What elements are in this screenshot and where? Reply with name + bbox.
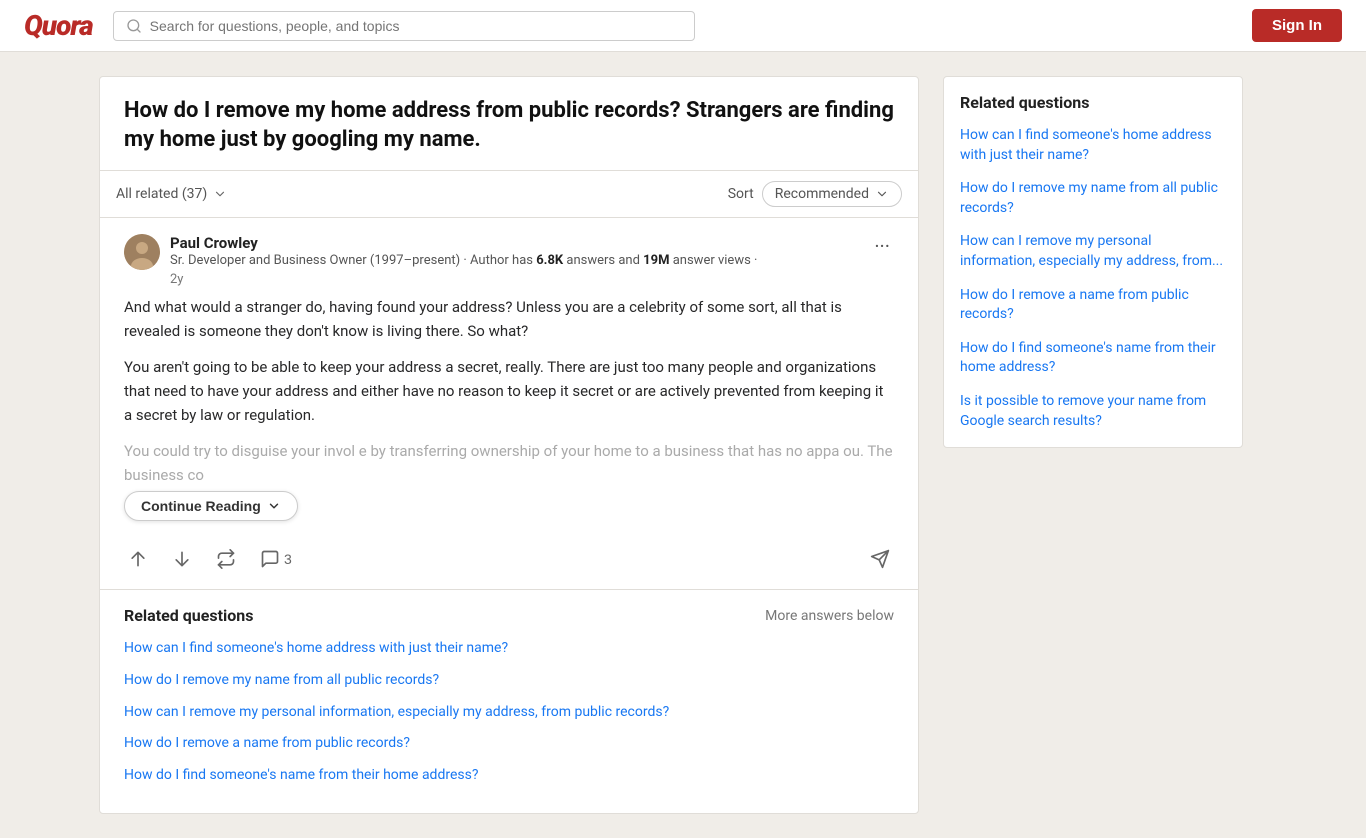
sidebar-link-6[interactable]: Is it possible to remove your name from … [960,392,1226,431]
author-row: Paul Crowley Sr. Developer and Business … [124,234,894,287]
related-link-1[interactable]: How can I find someone's home address wi… [124,639,894,659]
header: Quora Sign In [0,0,1366,52]
answer-block: Paul Crowley Sr. Developer and Business … [100,217,918,589]
related-link-5[interactable]: How do I find someone's name from their … [124,766,894,786]
avatar [124,234,160,270]
views-count: 19M [643,253,669,268]
share-button[interactable] [866,545,894,573]
question-card: How do I remove my home address from pub… [99,76,919,814]
sidebar-title: Related questions [960,93,1226,112]
continue-reading-label: Continue Reading [141,498,261,514]
sidebar: Related questions How can I find someone… [943,76,1243,814]
answer-paragraph-2: You aren't going to be able to keep your… [124,355,894,427]
comment-count: 3 [284,551,292,567]
sidebar-link-4[interactable]: How do I remove a name from public recor… [960,286,1226,325]
answer-actions: 3 [124,537,894,573]
continue-reading-button[interactable]: Continue Reading [124,491,298,521]
search-input[interactable] [150,18,683,34]
sidebar-link-3[interactable]: How can I remove my personal information… [960,232,1226,271]
related-section-inline: Related questions More answers below How… [100,589,918,813]
author-desc-prefix: Sr. Developer and Business Owner (1997–p… [170,253,536,268]
quora-logo[interactable]: Quora [24,9,93,42]
sidebar-link-1[interactable]: How can I find someone's home address wi… [960,126,1226,165]
related-link-2[interactable]: How do I remove my name from all public … [124,671,894,691]
main-container: How do I remove my home address from pub… [83,52,1283,838]
related-link-3[interactable]: How can I remove my personal information… [124,703,894,723]
sidebar-link-2[interactable]: How do I remove my name from all public … [960,179,1226,218]
answer-count: 6.8K [536,253,563,268]
downvote-button[interactable] [168,545,196,573]
sidebar-link-5[interactable]: How do I find someone's name from their … [960,339,1226,378]
sidebar-card: Related questions How can I find someone… [943,76,1243,448]
main-column: How do I remove my home address from pub… [99,76,919,814]
sign-in-button[interactable]: Sign In [1252,9,1342,42]
downvote-icon [172,549,192,569]
chevron-down-icon [875,187,889,201]
related-header: Related questions More answers below [124,606,894,625]
all-related-dropdown[interactable]: All related (37) [116,186,227,202]
sort-area: Sort Recommended [728,181,902,207]
question-title: How do I remove my home address from pub… [100,77,918,170]
repost-button[interactable] [212,545,240,573]
sort-dropdown[interactable]: Recommended [762,181,902,207]
author-desc: Sr. Developer and Business Owner (1997–p… [170,252,757,270]
comment-button[interactable]: 3 [256,545,296,573]
more-answers-label: More answers below [765,608,894,624]
chevron-down-icon [267,499,281,513]
all-related-label: All related (37) [116,186,207,202]
upvote-button[interactable] [124,545,152,573]
upvote-icon [128,549,148,569]
blurred-answer-text: You could try to disguise your invol e b… [124,439,894,487]
author-info: Paul Crowley Sr. Developer and Business … [124,234,757,287]
answers-header: All related (37) Sort Recommended [100,170,918,217]
related-title: Related questions [124,606,253,625]
repost-icon [216,549,236,569]
continue-reading-wrapper: You could try to disguise your invol e b… [124,439,894,521]
search-bar[interactable] [113,11,696,41]
share-icon [870,549,890,569]
author-name: Paul Crowley [170,234,757,252]
chevron-down-icon [213,187,227,201]
views-suffix: answer views · [669,253,757,268]
answer-time: 2y [170,272,757,287]
author-meta: Paul Crowley Sr. Developer and Business … [170,234,757,287]
answer-paragraph-1: And what would a stranger do, having fou… [124,295,894,343]
sort-label: Sort [728,186,754,202]
comment-icon [260,549,280,569]
sort-value: Recommended [775,186,869,202]
related-link-4[interactable]: How do I remove a name from public recor… [124,734,894,754]
more-options-icon[interactable]: ··· [870,234,894,258]
search-icon [126,18,142,34]
answer-count-suffix: answers and [563,253,643,268]
answer-text: And what would a stranger do, having fou… [124,295,894,427]
